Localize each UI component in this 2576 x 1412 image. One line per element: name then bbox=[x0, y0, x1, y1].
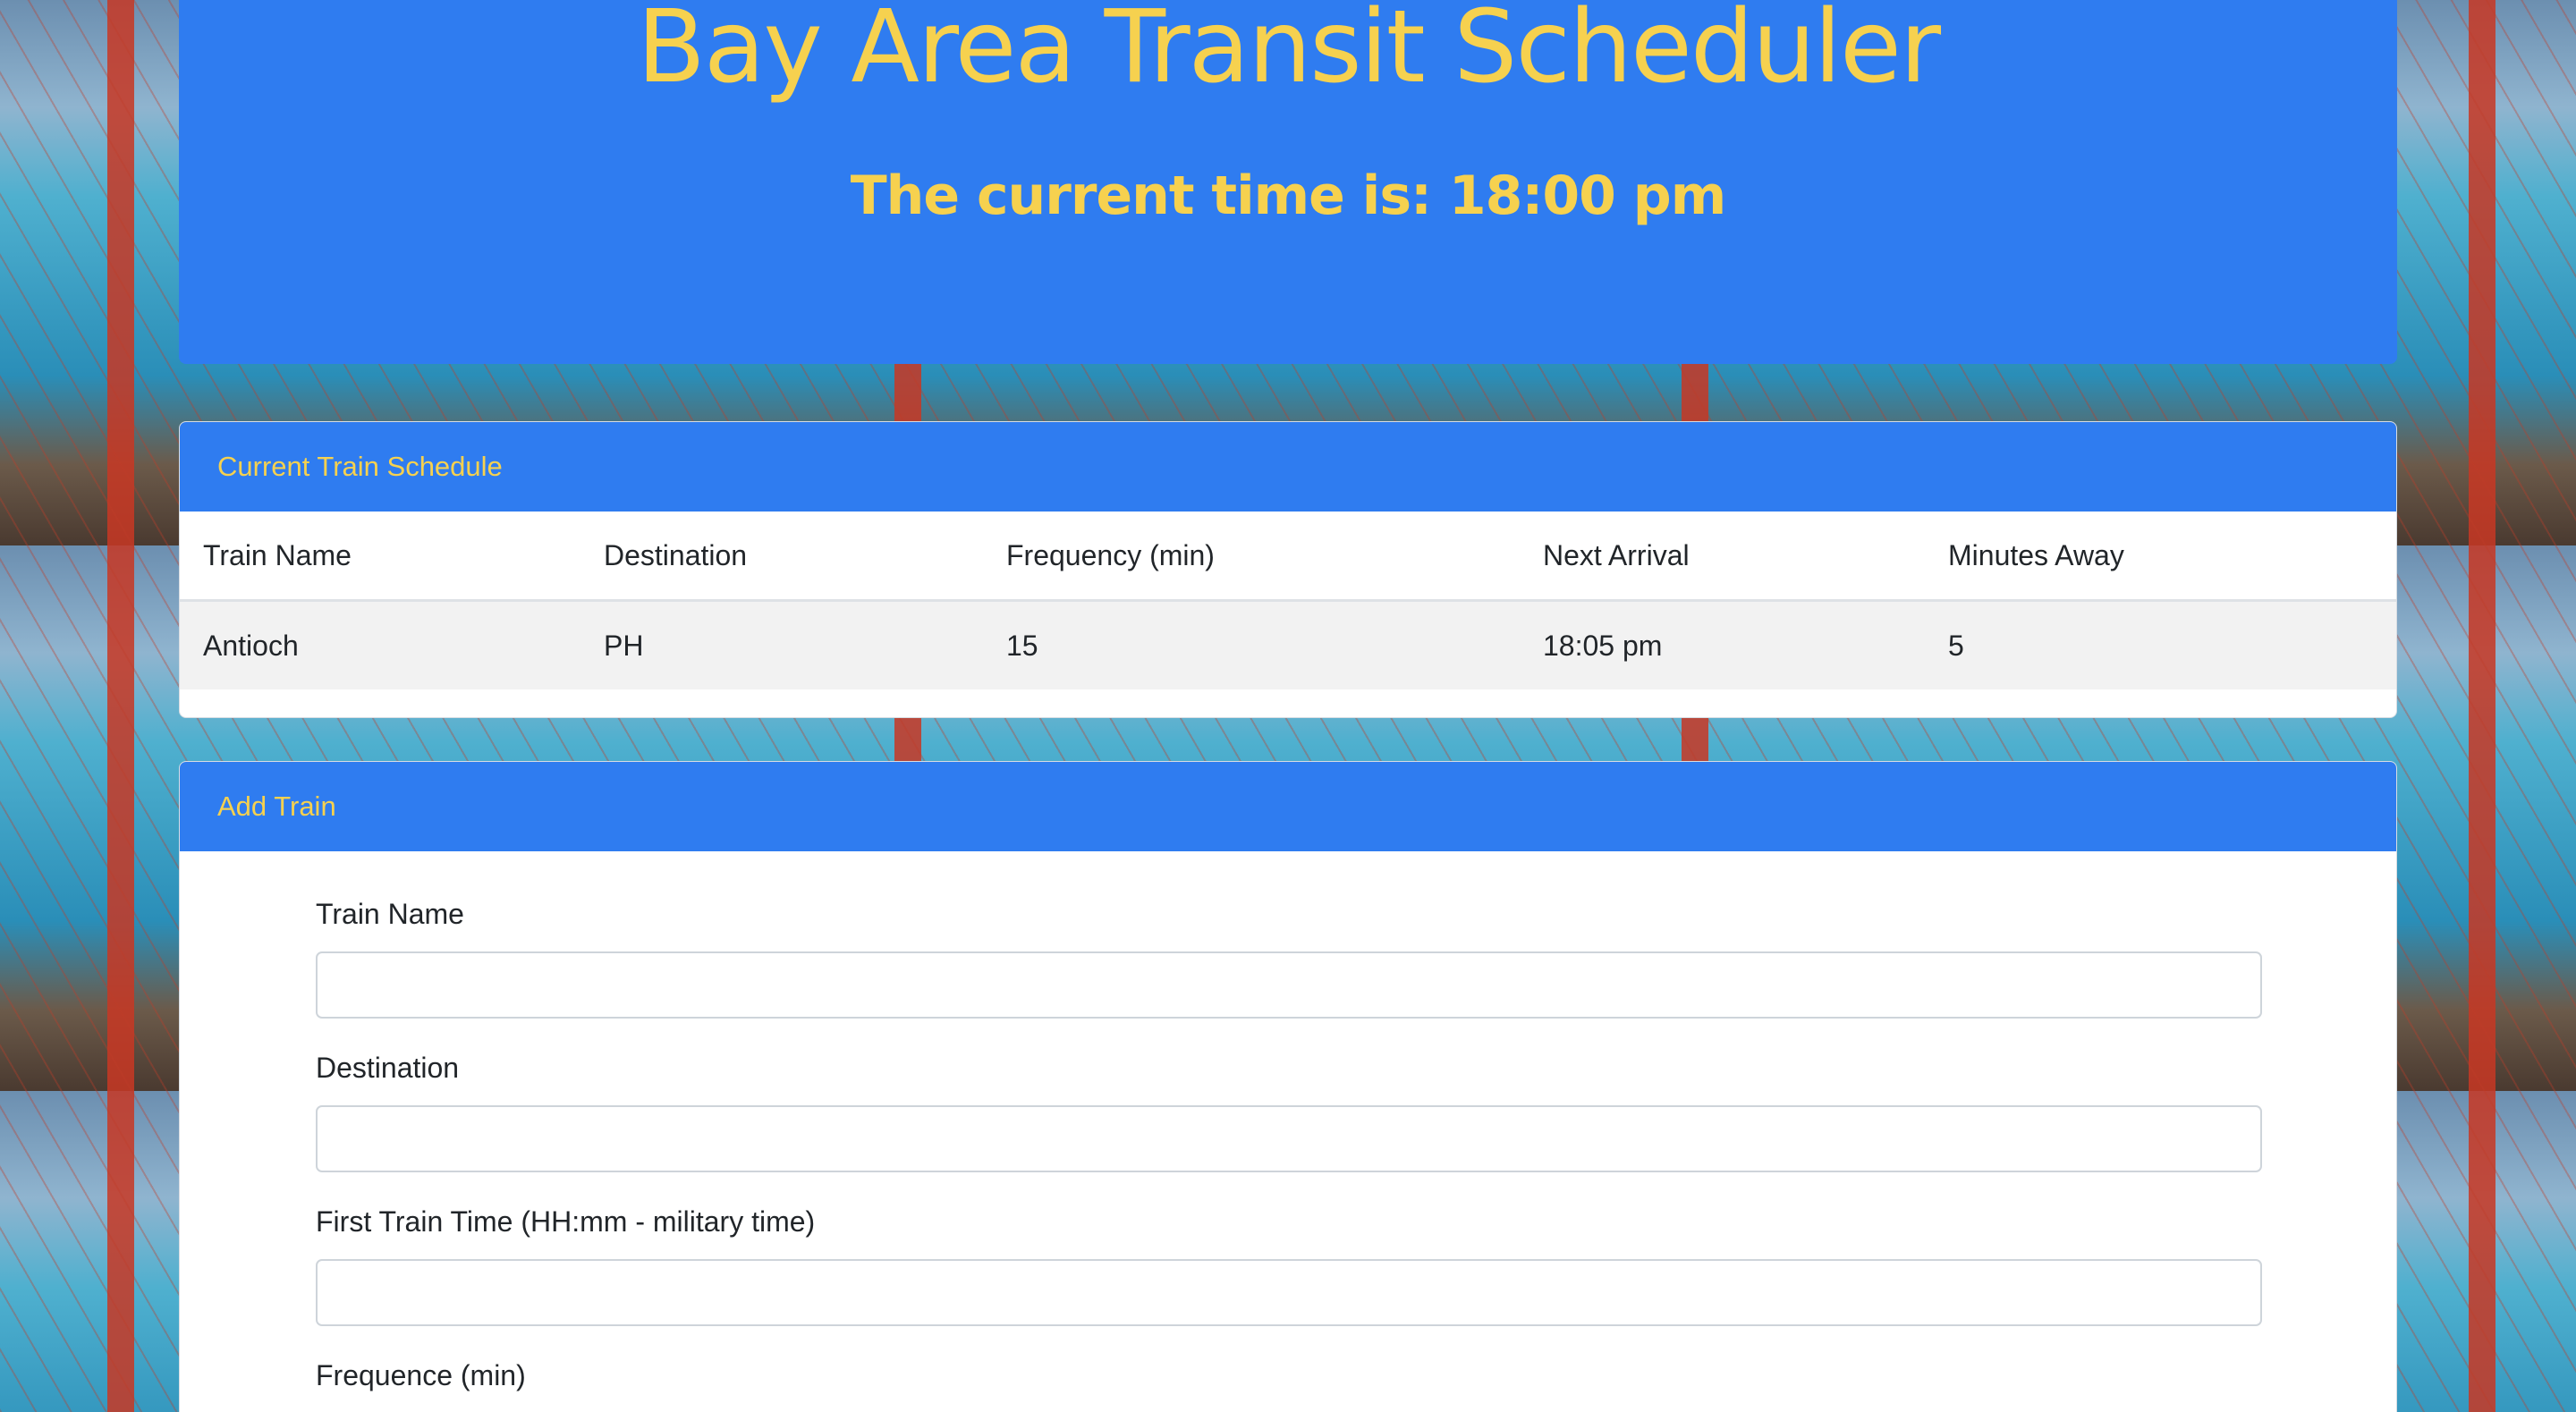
table-row: Antioch PH 15 18:05 pm 5 bbox=[180, 600, 2396, 689]
column-header-next-arrival: Next Arrival bbox=[1543, 538, 1690, 571]
cell-frequency: 15 bbox=[1006, 629, 1038, 662]
schedule-panel: Current Train Schedule Train Name Destin… bbox=[179, 421, 2397, 718]
add-train-panel-title: Add Train bbox=[180, 762, 2396, 851]
schedule-panel-title: Current Train Schedule bbox=[180, 422, 2396, 512]
frequency-label: Frequence (min) bbox=[316, 1359, 526, 1391]
table-header-row: Train Name Destination Frequency (min) N… bbox=[180, 512, 2396, 601]
add-train-panel: Add Train Train Name Destination First T… bbox=[179, 761, 2397, 1412]
train-name-group: Train Name bbox=[316, 851, 2262, 1019]
column-header-destination: Destination bbox=[604, 538, 748, 571]
first-train-time-label: First Train Time (HH:mm - military time) bbox=[316, 1205, 816, 1238]
cell-minutes-away: 5 bbox=[1948, 629, 1964, 662]
destination-label: Destination bbox=[316, 1052, 460, 1084]
add-train-form: Train Name Destination First Train Time … bbox=[316, 851, 2262, 1412]
cell-destination: PH bbox=[604, 629, 644, 662]
train-name-label: Train Name bbox=[316, 898, 464, 930]
cell-train-name: Antioch bbox=[203, 629, 299, 662]
cell-next-arrival: 18:05 pm bbox=[1543, 629, 1663, 662]
current-time: The current time is: 18:00 pm bbox=[850, 165, 1727, 227]
column-header-frequency: Frequency (min) bbox=[1006, 538, 1215, 571]
column-header-minutes-away: Minutes Away bbox=[1948, 538, 2124, 571]
first-train-time-group: First Train Time (HH:mm - military time) bbox=[316, 1159, 2262, 1326]
column-header-train-name: Train Name bbox=[203, 538, 352, 571]
frequency-group: Frequence (min) bbox=[316, 1313, 2262, 1412]
schedule-table: Train Name Destination Frequency (min) N… bbox=[180, 512, 2396, 689]
header-banner: Bay Area Transit Scheduler The current t… bbox=[179, 0, 2397, 364]
page-title: Bay Area Transit Scheduler bbox=[636, 0, 1941, 106]
destination-group: Destination bbox=[316, 1005, 2262, 1172]
